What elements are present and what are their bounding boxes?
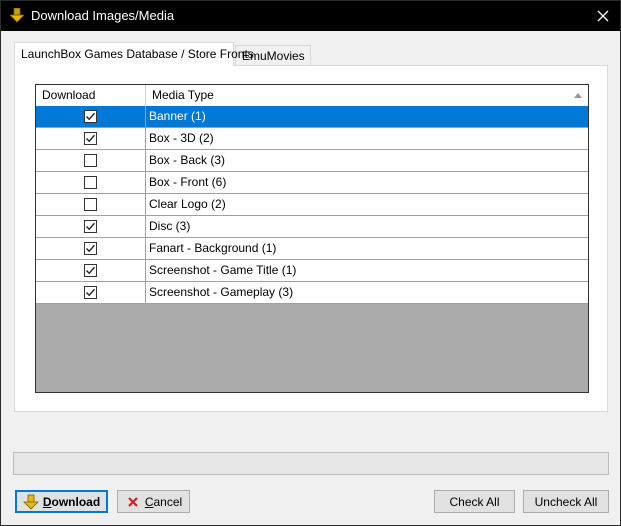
download-media-window: Download Images/Media LaunchBox Games Da… (0, 0, 621, 526)
grid-rows: Banner (1) Box - 3D (2) Box - Back (3) Box … (36, 106, 588, 304)
download-button[interactable]: Download (15, 490, 108, 513)
media-type-cell: Disc (3) (149, 219, 191, 233)
download-checkbox[interactable] (84, 220, 97, 233)
close-icon (597, 10, 609, 22)
download-checkbox[interactable] (84, 198, 97, 211)
sort-ascending-icon (574, 93, 582, 98)
column-header-download[interactable]: Download (36, 85, 146, 106)
download-arrow-icon (22, 494, 39, 510)
table-row[interactable]: Box - Front (6) (36, 172, 588, 194)
table-row[interactable]: Banner (1) (36, 106, 588, 128)
download-progress-bar (13, 452, 609, 475)
download-checkbox[interactable] (84, 286, 97, 299)
checkmark-icon (86, 222, 96, 231)
media-type-cell: Box - Front (6) (149, 175, 227, 189)
checkmark-icon (86, 112, 96, 121)
download-checkbox[interactable] (84, 154, 97, 167)
download-cell (36, 106, 146, 127)
tab-panel: Download Media Type Banner (1) Box - 3D (… (14, 65, 608, 412)
download-cell (36, 194, 146, 215)
download-button-label: Download (42, 494, 101, 509)
table-row[interactable]: Disc (3) (36, 216, 588, 238)
table-row[interactable]: Clear Logo (2) (36, 194, 588, 216)
download-checkbox[interactable] (84, 132, 97, 145)
table-row[interactable]: Screenshot - Gameplay (3) (36, 282, 588, 304)
column-header-media-type[interactable]: Media Type (146, 85, 588, 106)
checkmark-icon (86, 134, 96, 143)
download-checkbox[interactable] (84, 242, 97, 255)
download-cell (36, 260, 146, 281)
title-bar[interactable]: Download Images/Media (1, 1, 620, 31)
media-type-cell: Fanart - Background (1) (149, 241, 277, 255)
red-x-icon (125, 494, 141, 510)
download-checkbox[interactable] (84, 110, 97, 123)
download-checkbox[interactable] (84, 264, 97, 277)
download-checkbox[interactable] (84, 176, 97, 189)
check-all-button[interactable]: Check All (434, 490, 515, 513)
download-cell (36, 172, 146, 193)
media-type-cell: Banner (1) (149, 109, 206, 123)
download-arrow-icon (9, 7, 25, 24)
download-cell (36, 150, 146, 171)
media-type-cell: Box - Back (3) (149, 153, 226, 167)
tab-launchbox-database[interactable]: LaunchBox Games Database / Store Fronts (14, 42, 254, 66)
media-type-cell: Box - 3D (2) (149, 131, 214, 145)
checkmark-icon (86, 288, 96, 297)
table-row[interactable]: Box - 3D (2) (36, 128, 588, 150)
uncheck-all-button[interactable]: Uncheck All (523, 490, 609, 513)
media-type-cell: Screenshot - Game Title (1) (149, 263, 297, 277)
media-type-cell: Screenshot - Gameplay (3) (149, 285, 294, 299)
checkmark-icon (86, 244, 96, 253)
media-type-grid[interactable]: Download Media Type Banner (1) Box - 3D (… (35, 84, 589, 393)
window-title: Download Images/Media (31, 8, 175, 23)
table-row[interactable]: Fanart - Background (1) (36, 238, 588, 260)
cancel-button[interactable]: Cancel (117, 490, 190, 513)
table-row[interactable]: Box - Back (3) (36, 150, 588, 172)
cancel-button-label: Cancel (144, 494, 183, 509)
grid-header: Download Media Type (36, 85, 588, 106)
download-cell (36, 216, 146, 237)
checkmark-icon (86, 266, 96, 275)
download-cell (36, 282, 146, 303)
column-header-media-type-label: Media Type (152, 88, 214, 102)
close-button[interactable] (586, 1, 620, 31)
download-cell (36, 238, 146, 259)
table-row[interactable]: Screenshot - Game Title (1) (36, 260, 588, 282)
media-type-cell: Clear Logo (2) (149, 197, 226, 211)
download-cell (36, 128, 146, 149)
